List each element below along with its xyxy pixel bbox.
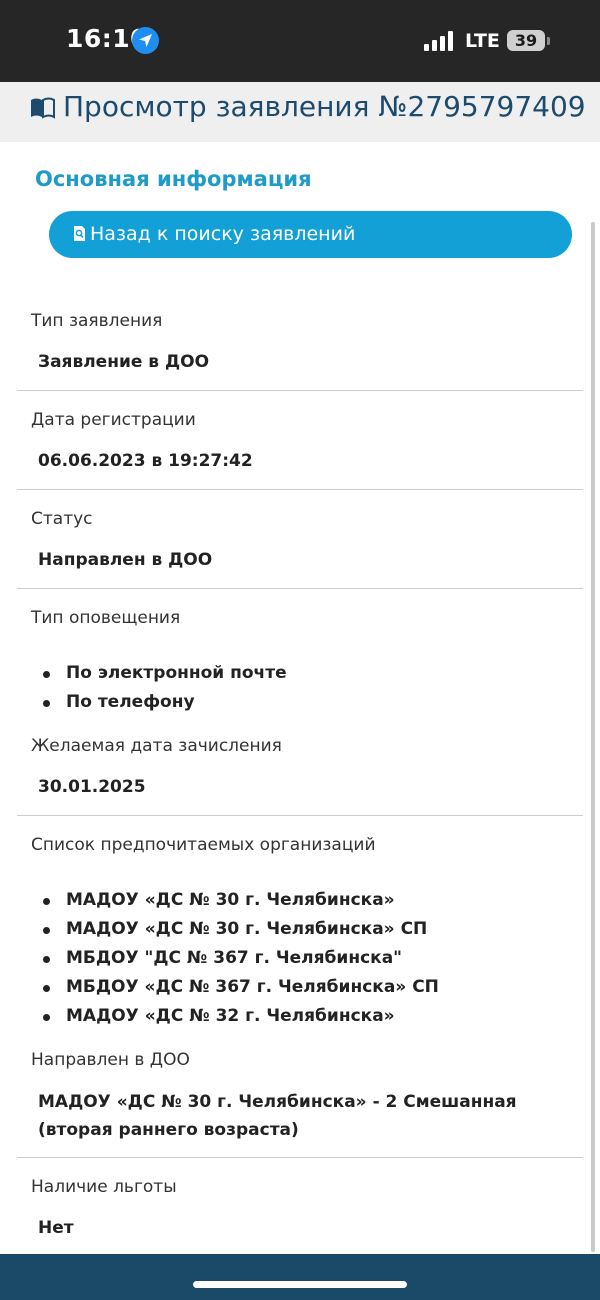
battery-icon: 39 [507, 30, 545, 51]
field-value-status: Направлен в ДОО [38, 550, 213, 570]
document-search-icon [73, 225, 86, 247]
field-label-directed: Направлен в ДОО [31, 1050, 190, 1070]
cellular-signal-icon [424, 31, 454, 51]
list-item: МАДОУ «ДС № 32 г. Челябинска» [43, 1002, 439, 1031]
battery-tip [547, 37, 550, 45]
back-to-search-button[interactable]: Назад к поиску заявлений [49, 211, 572, 258]
field-label-type: Тип заявления [31, 311, 163, 331]
home-indicator[interactable] [193, 1281, 407, 1288]
divider [17, 815, 583, 816]
network-type: LTE [465, 30, 500, 52]
field-value-enroll-date: 30.01.2025 [38, 777, 146, 797]
field-label-enroll-date: Желаемая дата зачисления [31, 736, 282, 756]
list-item: МБДОУ "ДС № 367 г. Челябинска" [43, 944, 439, 973]
list-item: МАДОУ «ДС № 30 г. Челябинска» СП [43, 915, 439, 944]
list-item: МБДОУ «ДС № 367 г. Челябинска» СП [43, 973, 439, 1002]
scrollbar[interactable] [591, 222, 595, 1252]
list-item: По телефону [43, 688, 287, 717]
divider [17, 588, 583, 589]
status-bar: 16:10 LTE 39 [0, 0, 600, 82]
field-value-directed: МАДОУ «ДС № 30 г. Челябинска» - 2 Смешан… [38, 1092, 517, 1140]
page-header: Просмотр заявления №2795797409 [0, 82, 600, 142]
back-button-label: Назад к поиску заявлений [90, 223, 356, 245]
divider [17, 390, 583, 391]
field-value-benefit: Нет [38, 1218, 74, 1238]
divider [17, 1157, 583, 1158]
list-item: МАДОУ «ДС № 30 г. Челябинска» [43, 886, 439, 915]
field-value-reg-date: 06.06.2023 в 19:27:42 [38, 451, 253, 471]
field-label-status: Статус [31, 509, 93, 529]
divider [17, 489, 583, 490]
field-label-benefit: Наличие льготы [31, 1177, 177, 1197]
section-title: Основная информация [35, 167, 312, 191]
battery-level: 39 [514, 31, 538, 50]
list-item: По электронной почте [43, 659, 287, 688]
field-label-notification: Тип оповещения [31, 608, 181, 628]
bottom-bar [0, 1254, 600, 1300]
field-label-reg-date: Дата регистрации [31, 410, 196, 430]
open-book-icon [29, 96, 56, 124]
location-arrow-icon [132, 27, 159, 54]
field-value-type: Заявление в ДОО [38, 352, 210, 372]
notification-list: По электронной почте По телефону [43, 659, 287, 717]
page-title: Просмотр заявления №2795797409 [63, 90, 586, 123]
field-label-orgs: Список предпочитаемых организаций [31, 835, 376, 855]
orgs-list: МАДОУ «ДС № 30 г. Челябинска» МАДОУ «ДС … [43, 886, 439, 1031]
